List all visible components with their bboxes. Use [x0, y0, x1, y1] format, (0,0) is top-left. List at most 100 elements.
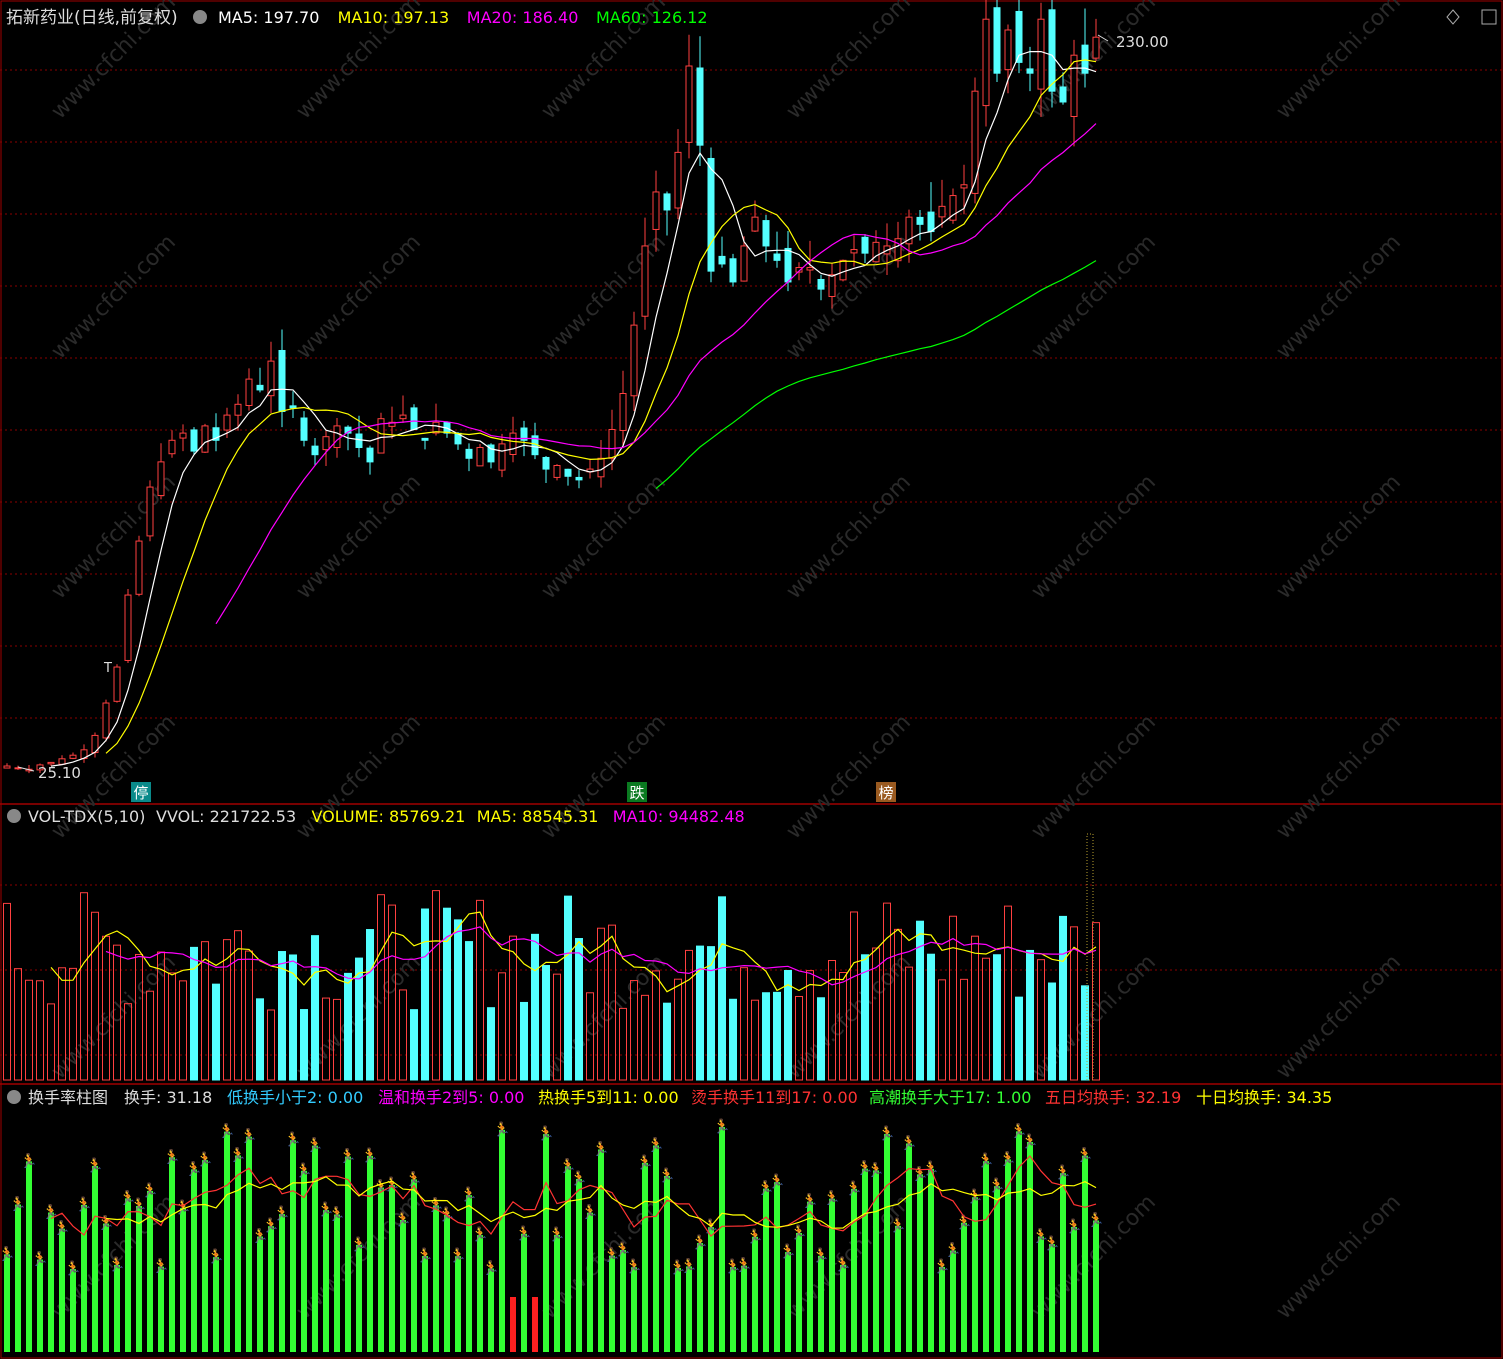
volume-bar: [520, 1001, 528, 1081]
turnover-runner-icon: 🏃: [647, 1137, 664, 1154]
turnover-bar: [554, 1234, 560, 1352]
candle-body: [806, 267, 814, 271]
candle-body: [553, 464, 561, 478]
turnover-bar: [1027, 1142, 1033, 1352]
volume-bar: [1048, 982, 1056, 1081]
stock-chart: www.cfchi.com www.cfchi.com www.cfchi.com w…: [0, 0, 1503, 1359]
turnover-runner-icon: 🏃: [988, 1177, 1005, 1194]
candle-body: [861, 236, 869, 254]
volume-bar: [267, 1009, 275, 1081]
turnover-runner-icon: 🏃: [889, 1217, 906, 1234]
turnover-bar: [411, 1179, 417, 1352]
turnover-bar: [257, 1236, 263, 1352]
turnover-runner-icon: 🏃: [592, 1140, 609, 1157]
turnover-runner-icon: 🏃: [350, 1236, 367, 1253]
turnover-bar: [510, 1297, 516, 1352]
turnover-bar: [279, 1214, 285, 1352]
turnover-bar: [477, 1235, 483, 1352]
volume-bar: [421, 908, 429, 1081]
chart-title: 拓新药业(日线,前复权): [6, 8, 178, 28]
candle-body: [740, 245, 748, 282]
turnover-bar: [114, 1264, 120, 1352]
watermark-text: www.cfchi.com: [782, 0, 916, 124]
turnover-runner-icon: 🏃: [966, 1188, 983, 1205]
turnover-value-label: 温和换手2到5: 0.00: [378, 1088, 524, 1107]
volume-bar: [3, 902, 11, 1081]
candle-body: [817, 278, 825, 290]
candle-body: [322, 436, 330, 451]
watermark-text: www.cfchi.com: [782, 710, 916, 844]
turnover-runner-icon: 🏃: [537, 1125, 554, 1142]
vol-toggle-icon: [7, 809, 21, 823]
watermark-text: www.cfchi.com: [1027, 710, 1161, 844]
ma-value-label: MA10: 197.13: [338, 8, 450, 27]
turnover-bar: [378, 1187, 384, 1352]
turnover-bar: [15, 1204, 21, 1352]
turnover-runner-icon: 🏃: [515, 1225, 532, 1242]
candle-body: [652, 191, 660, 230]
volume-bar: [234, 930, 242, 1081]
turnover-runner-icon: 🏃: [0, 1245, 16, 1262]
turnover-runner-icon: 🏃: [64, 1260, 81, 1277]
volume-bar: [509, 935, 517, 1081]
candle-body: [773, 253, 781, 261]
turnover-runner-icon: 🏃: [570, 1170, 587, 1187]
watermark-text: www.cfchi.com: [1272, 0, 1406, 124]
turnover-runner-icon: 🏃: [416, 1247, 433, 1264]
turnover-runner-icon: 🏃: [581, 1204, 598, 1221]
turnover-runner-icon: 🏃: [548, 1226, 565, 1243]
candle-body: [223, 414, 231, 431]
turnover-runner-icon: 🏃: [141, 1182, 158, 1199]
turnover-value-label: 高潮换手大于17: 1.00: [869, 1088, 1031, 1107]
turnover-bar: [807, 1201, 813, 1352]
candle-body: [410, 407, 418, 430]
volume-bar: [652, 970, 660, 1081]
turnover-runner-icon: 🏃: [746, 1228, 763, 1245]
watermark-text: www.cfchi.com: [1272, 230, 1406, 364]
turnover-runner-icon: 🏃: [713, 1118, 730, 1135]
candle-body: [278, 349, 286, 412]
candle-body: [927, 211, 935, 233]
turnover-bar: [785, 1252, 791, 1352]
turnover-runner-icon: 🏃: [152, 1258, 169, 1275]
volume-bar: [432, 890, 440, 1081]
volume-bar: [1081, 985, 1089, 1081]
turnover-bar: [697, 1243, 703, 1352]
turnover-value-label: 低换手小于2: 0.00: [227, 1088, 363, 1107]
volume-bar: [740, 967, 748, 1081]
volume-bar: [311, 935, 319, 1081]
candle-body: [355, 433, 363, 448]
volume-bar: [487, 1007, 495, 1081]
candle-body: [784, 247, 792, 283]
turnover-runner-icon: 🏃: [1043, 1235, 1060, 1252]
turnover-bar: [939, 1266, 945, 1352]
candle-body: [641, 245, 649, 317]
candle-body: [1059, 86, 1067, 103]
turnover-runner-icon: 🏃: [845, 1180, 862, 1197]
turnover-bar: [543, 1134, 549, 1352]
turnover-bar: [169, 1157, 175, 1352]
candle-body: [872, 241, 880, 263]
volume-bar: [300, 1009, 308, 1081]
volume-bar: [960, 978, 968, 1081]
turnover-bar: [1082, 1155, 1088, 1352]
turnover-runner-icon: 🏃: [273, 1205, 290, 1222]
turnover-bar: [312, 1145, 318, 1352]
turnover-runner-icon: 🏃: [207, 1248, 224, 1265]
volume-bar: [179, 980, 187, 1081]
turnover-bar: [1049, 1244, 1055, 1352]
turnover-bar: [796, 1232, 802, 1352]
candle-body: [366, 447, 374, 463]
volume-bar: [641, 994, 649, 1081]
candle-body: [839, 259, 847, 281]
turnover-bar: [565, 1166, 571, 1352]
candle-body: [718, 255, 726, 265]
candle-body: [663, 193, 671, 211]
candle-body: [1026, 68, 1034, 74]
turnover-runner-icon: 🏃: [1087, 1212, 1104, 1229]
turnover-bar: [136, 1206, 142, 1352]
volume-bar: [14, 968, 22, 1081]
candle-body: [69, 754, 77, 759]
candle-body: [971, 90, 979, 194]
turnover-runner-icon: 🏃: [1054, 1164, 1071, 1181]
